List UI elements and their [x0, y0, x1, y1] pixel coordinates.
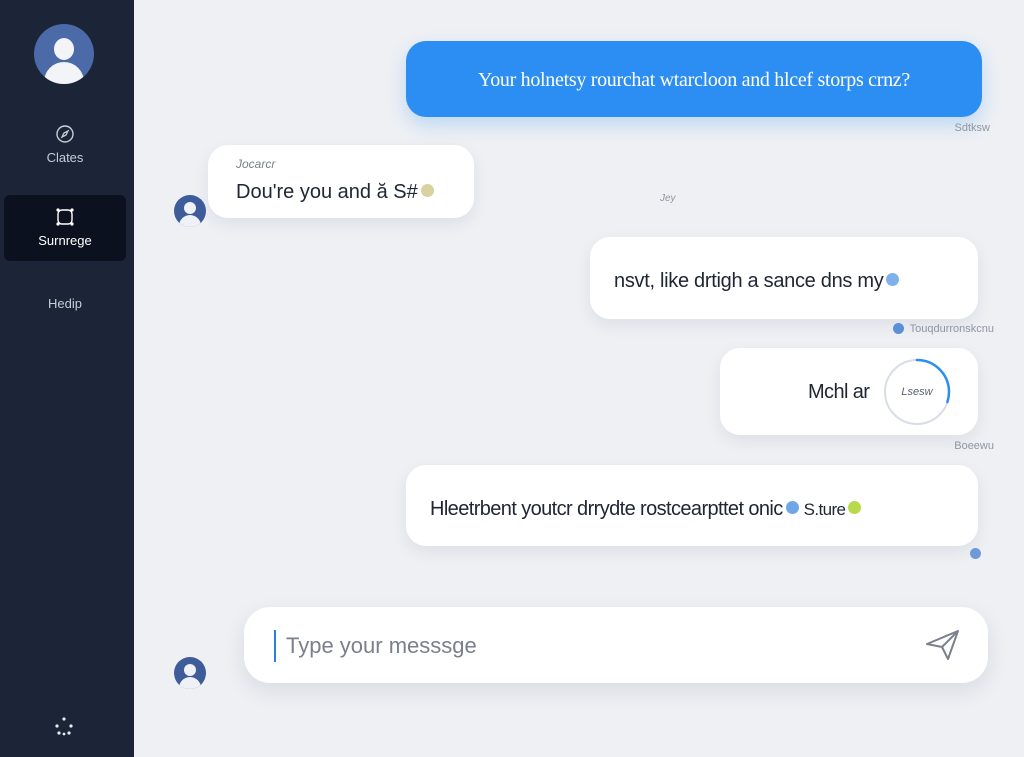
message-text: Your holnetsy rourchat wtarcloon and hlc… — [478, 69, 910, 91]
compass-icon — [56, 125, 74, 143]
message-timestamp: Sdtksw — [954, 122, 990, 134]
message-timestamp: Jey — [660, 193, 676, 204]
message-bubble-received[interactable]: Jocarcr Dou're you and ă S# — [208, 145, 474, 218]
message-bubble-sent[interactable]: Hleetrbent youtcr drrydte rostcearpttet … — [406, 465, 978, 546]
contact-avatar[interactable] — [174, 195, 206, 227]
sidebar-item-clates[interactable]: Clates — [4, 112, 126, 178]
emoji-icon — [420, 184, 434, 198]
sidebar-item-label: Surnrege — [38, 233, 92, 248]
message-bubble-sent[interactable]: nsvt, like drtigh a sance dns my — [590, 237, 978, 319]
settings-dots-icon[interactable] — [52, 714, 76, 738]
emoji-icon — [886, 273, 900, 287]
message-timestamp-row: Touqdurronskcnu — [892, 322, 994, 335]
text-caret — [274, 630, 276, 662]
message-composer — [244, 607, 988, 683]
progress-label: Lsesw — [901, 386, 933, 398]
message-input[interactable] — [286, 625, 886, 667]
read-receipt-icon — [892, 322, 904, 334]
sidebar-item-label: Clates — [46, 150, 84, 165]
message-timestamp: Touqdurronskcnu — [909, 323, 994, 335]
message-sender: Jocarcr — [236, 157, 276, 171]
frame-icon — [56, 208, 74, 226]
message-timestamp: Boeewu — [954, 440, 994, 452]
message-bubble-sent[interactable]: Mchl ar Lsesw — [720, 348, 978, 435]
user-avatar[interactable] — [34, 24, 94, 84]
message-text-row: Hleetrbent youtcr drrydte rostcearpttet … — [430, 498, 862, 521]
emoji-icon — [848, 501, 862, 515]
user-avatar-small[interactable] — [174, 657, 206, 689]
sidebar: Clates Surnrege Hedip — [0, 0, 134, 757]
message-text-row: nsvt, like drtigh a sance dns my — [614, 270, 900, 293]
emoji-icon — [785, 501, 799, 515]
sidebar-item-surnrege[interactable]: Surnrege — [4, 195, 126, 261]
send-icon[interactable] — [924, 627, 962, 663]
chat-area: Your holnetsy rourchat wtarcloon and hlc… — [134, 0, 1024, 757]
sidebar-item-hedip[interactable]: Hedip — [4, 276, 126, 342]
message-text: Hleetrbent youtcr drrydte rostcearpttet … — [430, 498, 783, 520]
message-text: Dou're you and ă S# — [236, 181, 418, 203]
message-text-row: Dou're you and ă S# — [236, 181, 434, 204]
message-text: nsvt, like drtigh a sance dns my — [614, 270, 884, 292]
read-receipt-icon — [970, 548, 981, 559]
message-text: Mchl ar — [808, 381, 870, 403]
message-bubble-sent[interactable]: Your holnetsy rourchat wtarcloon and hlc… — [406, 41, 982, 117]
sidebar-item-label: Hedip — [48, 296, 82, 311]
message-suffix: S.ture — [803, 500, 846, 519]
